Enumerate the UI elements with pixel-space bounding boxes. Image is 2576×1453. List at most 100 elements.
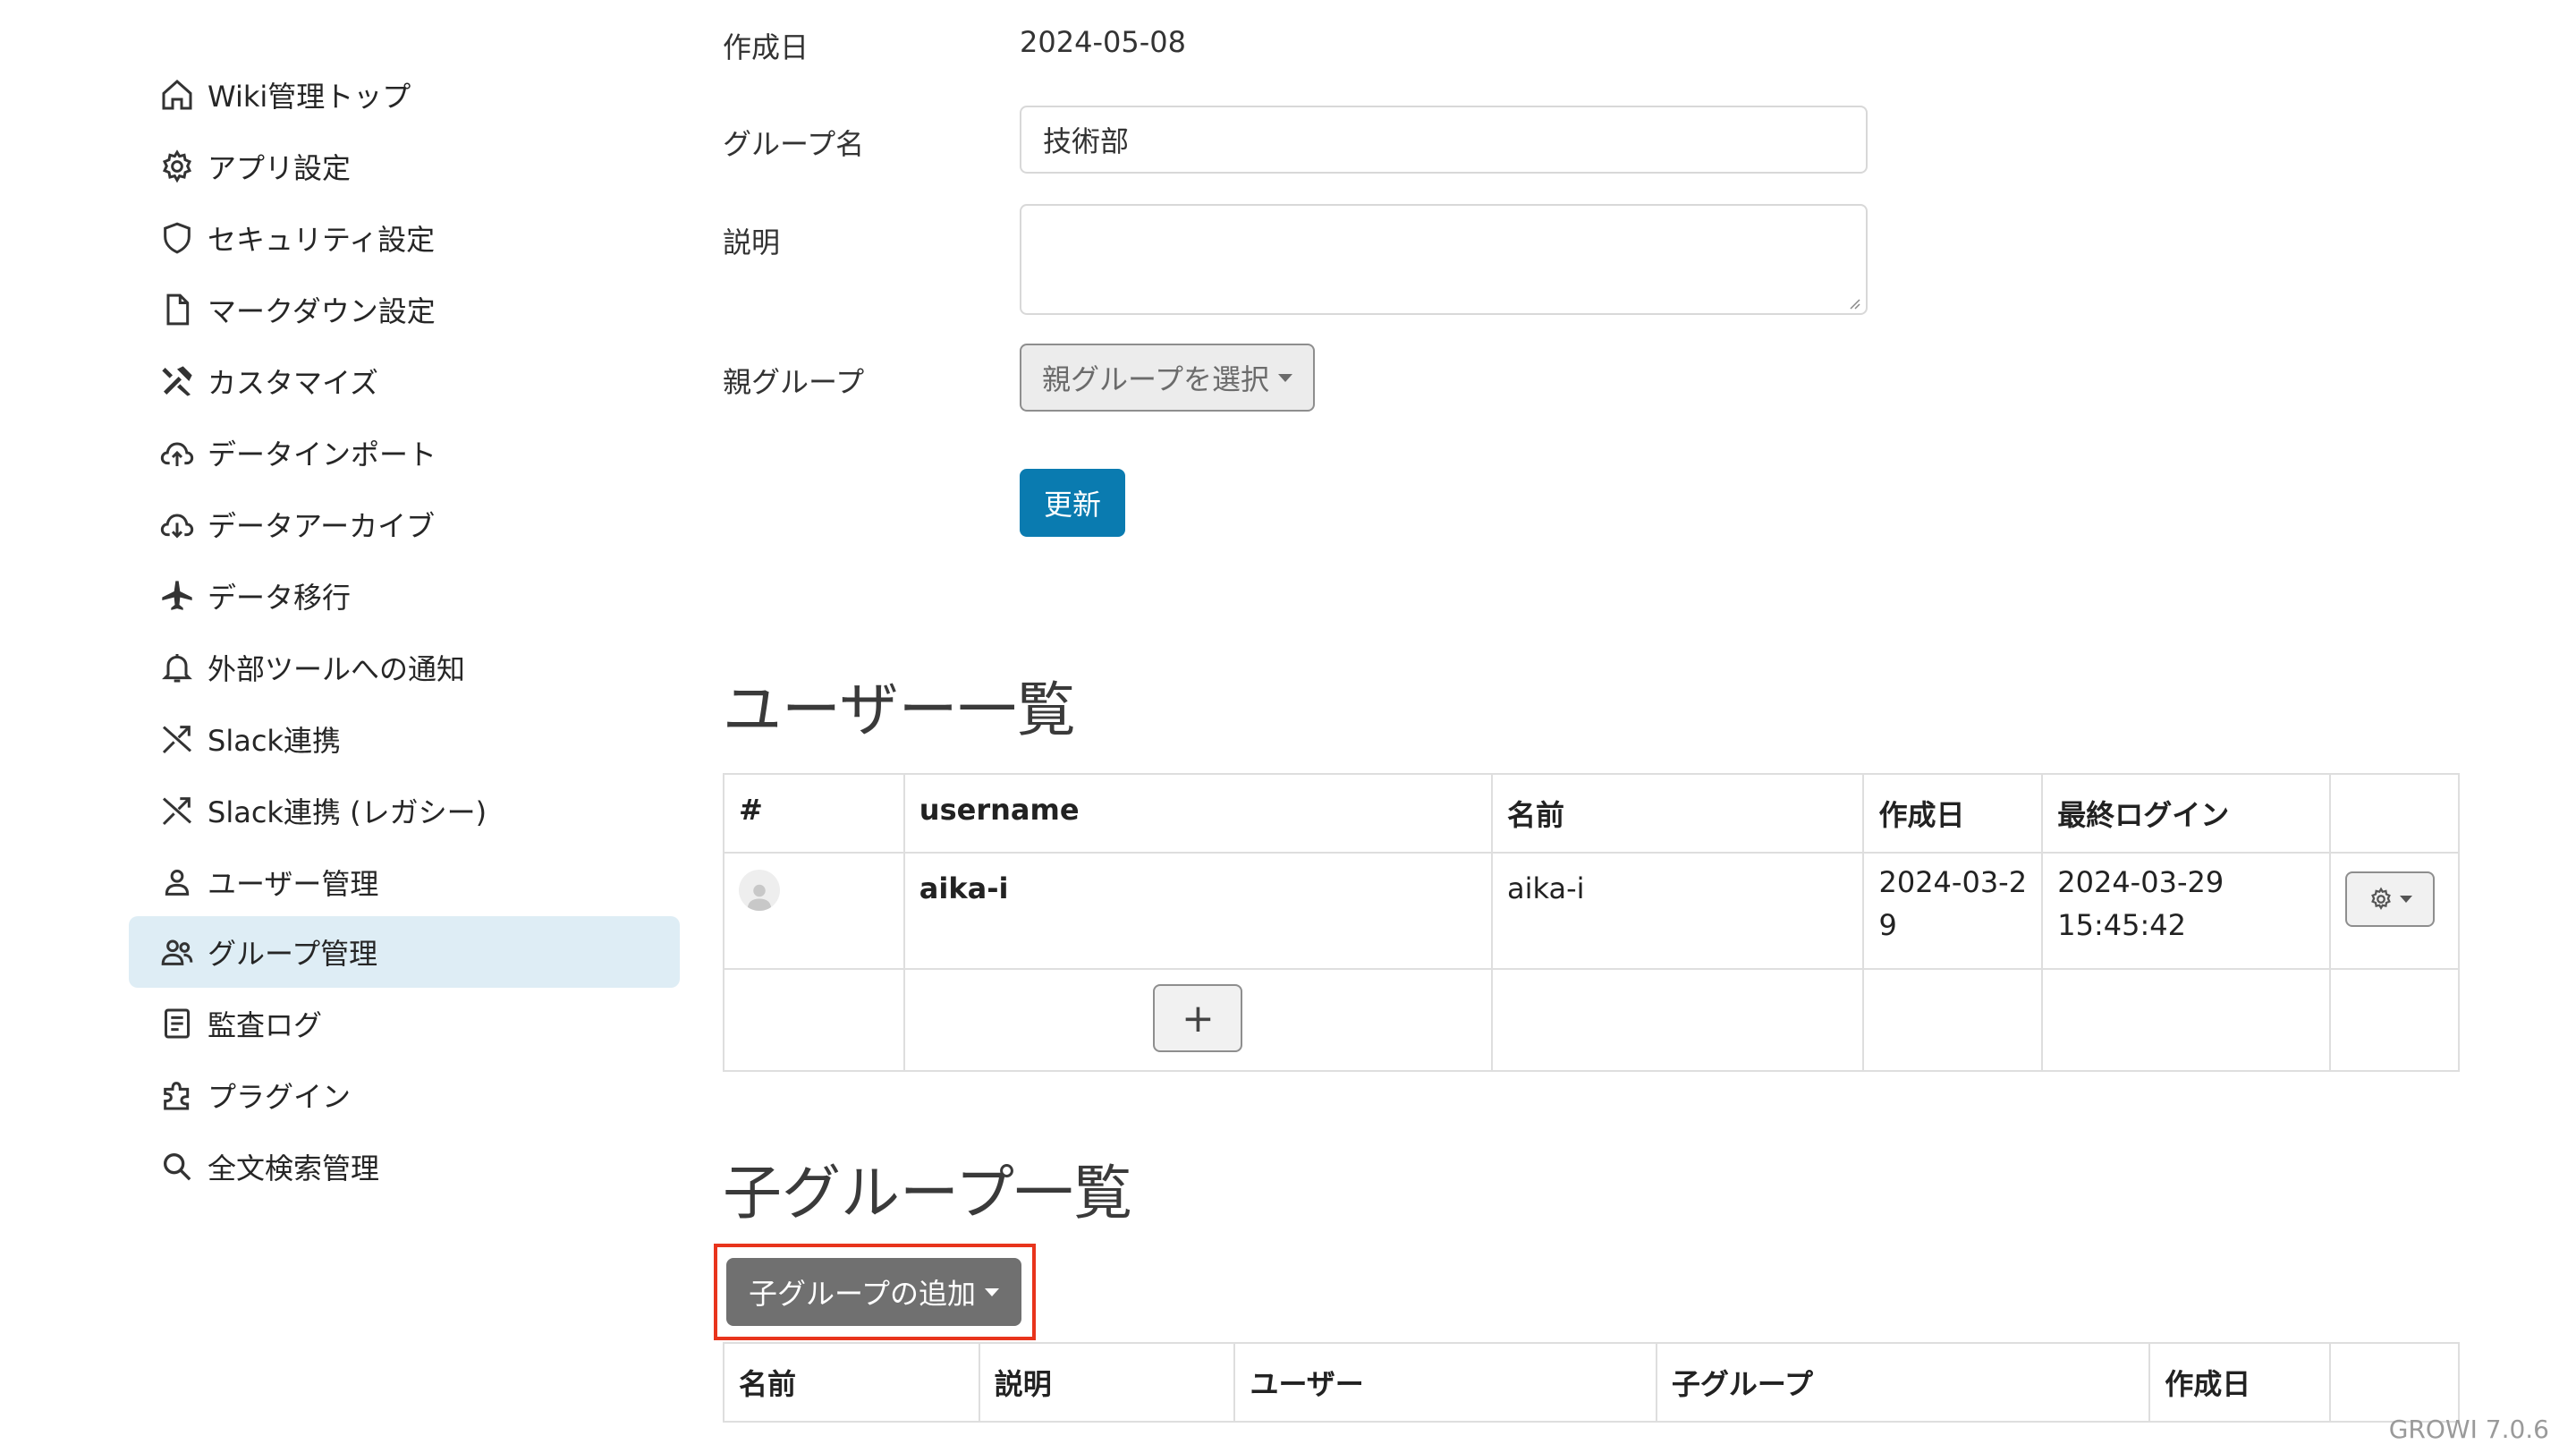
sidebar-item-label: カスタマイズ xyxy=(208,366,379,400)
empty-cell xyxy=(2041,968,2331,1072)
app-version: GROWI 7.0.6 xyxy=(2388,1415,2549,1444)
column-header: username xyxy=(902,773,1494,854)
sidebar-item-label: Slack連携 (レガシー) xyxy=(208,795,487,829)
actions-cell xyxy=(2328,852,2461,970)
update-button[interactable]: 更新 xyxy=(1020,469,1125,537)
column-header: ユーザー xyxy=(1233,1342,1657,1423)
description-textarea[interactable] xyxy=(1020,204,1868,315)
default-avatar-icon xyxy=(747,884,772,911)
person-icon xyxy=(159,864,195,900)
add-user-button[interactable]: + xyxy=(1153,984,1243,1052)
bell-icon xyxy=(159,650,195,685)
column-header xyxy=(2329,1342,2460,1423)
avatar xyxy=(739,870,780,911)
sidebar-item-groups[interactable]: グループ管理 xyxy=(129,916,680,988)
created-value: 2024-05-08 xyxy=(1020,25,1186,59)
sidebar-item-label: マークダウン設定 xyxy=(208,294,436,328)
child-groups-table: 名前 説明 ユーザー 子グループ 作成日 xyxy=(723,1342,2460,1423)
sidebar-item-audit-log[interactable]: 監査ログ xyxy=(129,988,680,1059)
sidebar-item-label: 全文検索管理 xyxy=(208,1151,380,1185)
sidebar-item-slack[interactable]: Slack連携 xyxy=(129,703,680,775)
add-child-group-highlight: 子グループの追加 xyxy=(714,1244,1036,1340)
sidebar-item-label: Slack連携 xyxy=(208,724,341,758)
gear-icon xyxy=(159,149,195,184)
sidebar-item-data-archive[interactable]: データアーカイブ xyxy=(129,489,680,560)
column-header xyxy=(2328,773,2461,854)
description-label: 説明 xyxy=(723,225,781,259)
puzzle-icon xyxy=(159,1077,195,1113)
sidebar-item-label: グループ管理 xyxy=(208,937,378,971)
airplane-icon xyxy=(159,578,195,614)
empty-cell xyxy=(2328,968,2461,1072)
table-header-row: 名前 説明 ユーザー 子グループ 作成日 xyxy=(723,1342,2460,1423)
search-icon xyxy=(159,1149,195,1185)
last-login-cell: 2024-03-29 15:45:42 xyxy=(2041,852,2331,970)
empty-cell xyxy=(1490,968,1865,1072)
sidebar-item-security[interactable]: セキュリティ設定 xyxy=(129,202,680,274)
group-name-input[interactable] xyxy=(1020,106,1868,174)
sidebar-item-slack-legacy[interactable]: Slack連携 (レガシー) xyxy=(129,775,680,846)
sidebar-item-data-import[interactable]: データインポート xyxy=(129,417,680,489)
table-row: + xyxy=(723,968,2461,1072)
document-list-icon xyxy=(159,1006,195,1041)
home-icon xyxy=(159,77,195,113)
created-cell: 2024-03-29 xyxy=(1862,852,2044,970)
table-header-row: # username 名前 作成日 最終ログイン xyxy=(723,773,2461,854)
sidebar-item-users[interactable]: ユーザー管理 xyxy=(129,846,680,918)
admin-page: Wiki管理トップ アプリ設定 セキュリティ設定 マークダウン設定 カスタマイズ xyxy=(0,0,2576,1453)
chevron-down-icon xyxy=(1278,373,1293,382)
sidebar-item-label: 外部ツールへの通知 xyxy=(208,652,466,686)
column-header: 子グループ xyxy=(1655,1342,2151,1423)
avatar-cell xyxy=(723,852,905,970)
sidebar-item-label: データインポート xyxy=(208,438,437,472)
users-section-title: ユーザー一覧 xyxy=(723,676,1076,744)
add-child-group-label: 子グループの追加 xyxy=(748,1277,977,1311)
sidebar-item-data-migration[interactable]: データ移行 xyxy=(129,560,680,632)
sidebar-item-label: プラグイン xyxy=(208,1080,352,1114)
child-groups-section-title: 子グループ一覧 xyxy=(723,1159,1133,1228)
name-cell: aika-i xyxy=(1490,852,1865,970)
created-label: 作成日 xyxy=(723,30,809,64)
cloud-upload-icon xyxy=(159,435,195,471)
sidebar-item-app-settings[interactable]: アプリ設定 xyxy=(129,131,680,202)
parent-group-select-label: 親グループを選択 xyxy=(1041,362,1270,396)
shuffle-icon xyxy=(159,793,195,828)
sidebar-item-label: 監査ログ xyxy=(208,1008,323,1042)
empty-cell xyxy=(1862,968,2044,1072)
table-row: aika-i aika-i 2024-03-29 2024-03-29 15:4… xyxy=(723,852,2461,970)
sidebar-item-markdown[interactable]: マークダウン設定 xyxy=(129,274,680,345)
resize-grip-icon[interactable] xyxy=(1848,297,1860,310)
user-actions-button[interactable] xyxy=(2344,871,2435,927)
chevron-down-icon xyxy=(985,1287,1000,1296)
parent-group-label: 親グループ xyxy=(723,365,865,399)
column-header: 名前 xyxy=(1490,773,1865,854)
add-user-cell: + xyxy=(902,968,1494,1072)
column-header: 説明 xyxy=(978,1342,1236,1423)
add-child-group-button[interactable]: 子グループの追加 xyxy=(726,1258,1021,1326)
parent-group-select[interactable]: 親グループを選択 xyxy=(1020,344,1315,412)
sidebar-item-wiki-admin-top[interactable]: Wiki管理トップ xyxy=(129,59,680,131)
empty-cell xyxy=(723,968,905,1072)
sidebar-item-label: ユーザー管理 xyxy=(208,867,379,901)
column-header: 作成日 xyxy=(1862,773,2044,854)
users-table: # username 名前 作成日 最終ログイン aika-i aika-i 2… xyxy=(723,773,2461,1072)
sidebar-item-plugins[interactable]: プラグイン xyxy=(129,1059,680,1131)
sidebar-item-customize[interactable]: カスタマイズ xyxy=(129,345,680,417)
column-header: 最終ログイン xyxy=(2041,773,2331,854)
sidebar-item-label: アプリ設定 xyxy=(208,151,352,185)
sidebar-item-label: セキュリティ設定 xyxy=(208,223,436,257)
column-header: 作成日 xyxy=(2148,1342,2332,1423)
sidebar-item-label: データアーカイブ xyxy=(208,509,436,543)
group-name-label: グループ名 xyxy=(723,127,865,161)
sidebar-item-search-admin[interactable]: 全文検索管理 xyxy=(129,1131,680,1202)
chevron-down-icon xyxy=(2399,896,2412,903)
sidebar-item-notification[interactable]: 外部ツールへの通知 xyxy=(129,632,680,703)
gear-icon xyxy=(2371,887,2391,910)
file-icon xyxy=(159,292,195,327)
column-header: 名前 xyxy=(723,1342,980,1423)
sidebar-item-label: データ移行 xyxy=(208,581,352,615)
people-icon xyxy=(159,934,195,970)
column-header: # xyxy=(723,773,905,854)
sidebar-item-label: Wiki管理トップ xyxy=(208,80,411,114)
tools-icon xyxy=(159,363,195,399)
